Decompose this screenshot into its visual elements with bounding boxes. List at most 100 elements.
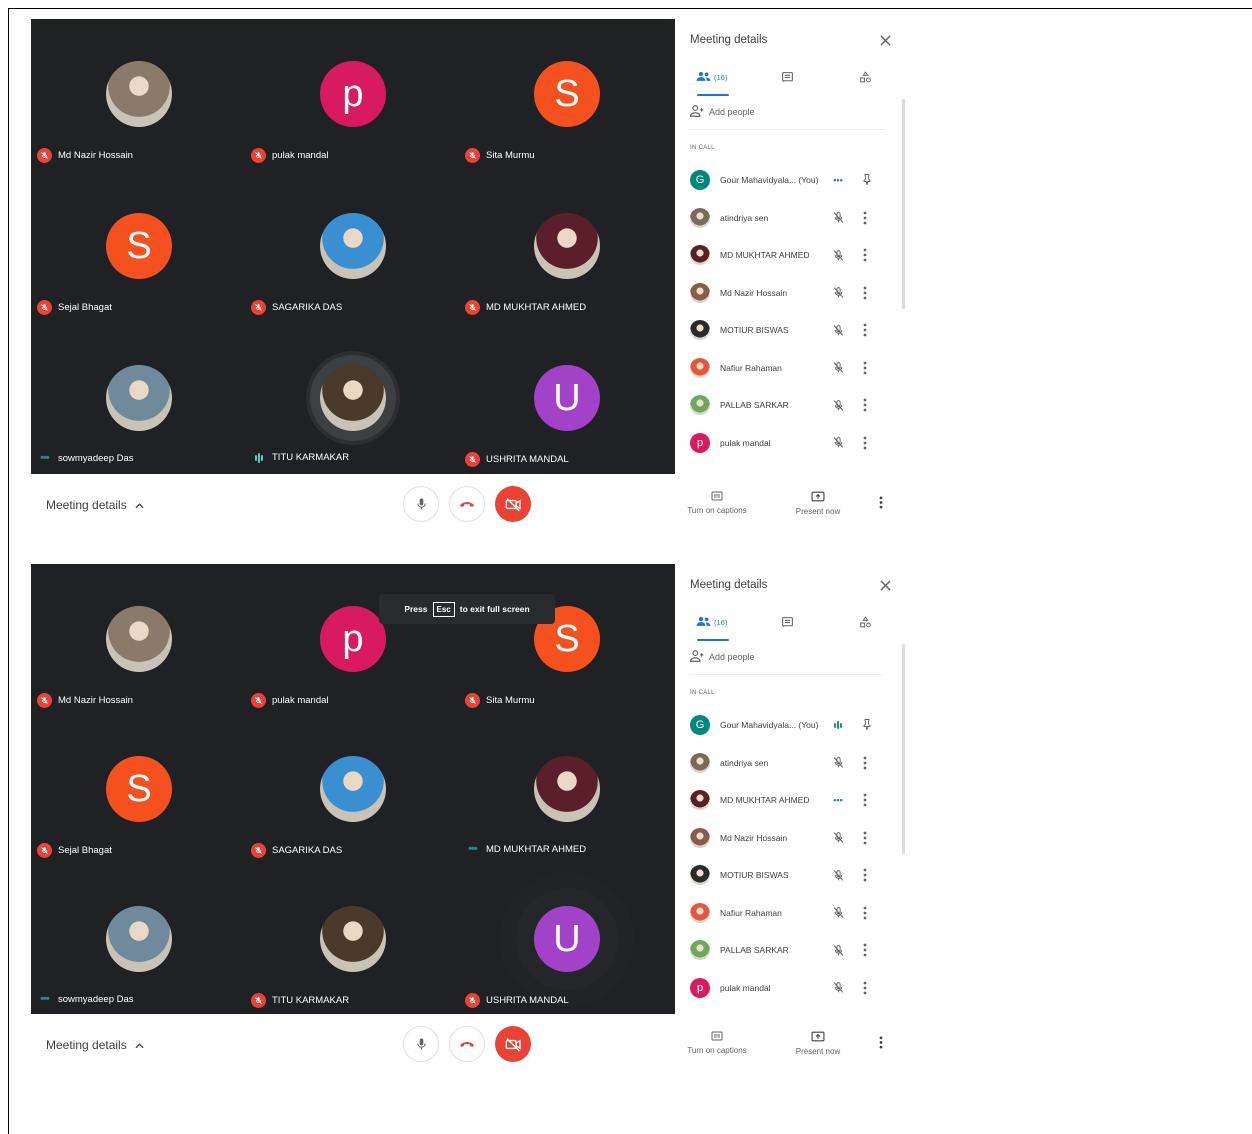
present-now-button[interactable]: Present now [778, 1031, 858, 1056]
participant-row[interactable]: atindriya sen [675, 745, 901, 783]
participant-nameplate: USHRITA MANDAL [465, 993, 569, 1008]
participant-nameplate: TITU KARMAKAR [251, 993, 349, 1008]
activities-icon[interactable] [859, 71, 872, 84]
more-options-icon[interactable] [863, 793, 867, 812]
video-tile[interactable]: U USHRITA MANDAL [459, 323, 673, 474]
video-tile[interactable]: S Sita Murmu [459, 564, 673, 715]
more-options-icon[interactable] [863, 943, 867, 962]
speaking-wave-icon [831, 718, 845, 732]
more-options-icon[interactable] [863, 436, 867, 455]
more-options-icon[interactable] [879, 1036, 883, 1054]
participant-row[interactable]: Nafiur Rahaman [675, 895, 901, 933]
more-options-icon[interactable] [863, 831, 867, 850]
chat-icon[interactable] [781, 616, 794, 629]
mic-off-icon[interactable] [831, 868, 845, 882]
participant-row[interactable]: MOTIUR BISWAS [675, 857, 901, 895]
video-tile[interactable]: Md Nazir Hossain [31, 19, 245, 170]
video-tile[interactable]: U USHRITA MANDAL [459, 864, 673, 1014]
captions-button[interactable]: Turn on captions [677, 1031, 757, 1055]
participant-row[interactable]: Md Nazir Hossain [675, 820, 901, 858]
panel-scrollbar[interactable] [902, 644, 905, 854]
mic-off-icon[interactable] [831, 398, 845, 412]
mic-off-icon[interactable] [831, 981, 845, 995]
more-options-icon[interactable] [879, 496, 883, 514]
more-options-icon[interactable] [863, 211, 867, 230]
video-tile[interactable]: S Sejal Bhagat [31, 714, 245, 865]
microphone-button[interactable] [403, 486, 439, 522]
meeting-details-button[interactable]: Meeting details [46, 1038, 144, 1052]
mic-off-icon[interactable] [831, 906, 845, 920]
video-tile[interactable]: S Sita Murmu [459, 19, 673, 170]
mic-off-icon[interactable] [831, 436, 845, 450]
participant-row[interactable]: Nafiur Rahaman [675, 350, 901, 388]
close-icon[interactable] [880, 578, 891, 596]
video-tile[interactable]: S Sejal Bhagat [31, 171, 245, 322]
participant-row[interactable]: MOTIUR BISWAS [675, 312, 901, 350]
more-options-icon[interactable] [863, 756, 867, 775]
camera-off-button[interactable] [495, 1026, 531, 1062]
mic-off-icon[interactable] [831, 756, 845, 770]
video-tile[interactable]: SAGARIKA DAS [245, 714, 459, 865]
participant-row[interactable]: PALLAB SARKAR [675, 387, 901, 425]
chat-icon[interactable] [781, 71, 794, 84]
mic-off-icon[interactable] [831, 248, 845, 262]
present-screen-icon [778, 491, 858, 504]
participant-nameplate: pulak mandal [251, 693, 329, 708]
add-people-button[interactable]: Add people [689, 650, 755, 664]
video-tile[interactable]: ••• MD MUKHTAR AHMED [459, 714, 673, 865]
more-options-icon[interactable] [863, 361, 867, 380]
mic-off-icon[interactable] [831, 286, 845, 300]
video-tile[interactable]: SAGARIKA DAS [245, 171, 459, 322]
video-tile[interactable]: ••• sowmyadeep Das [31, 864, 245, 1014]
participant-row[interactable]: G Gour Mahavidyala... (You) ••• [675, 162, 901, 200]
video-tile[interactable]: TITU KARMAKAR [245, 323, 459, 474]
participant-row[interactable]: Md Nazir Hossain [675, 275, 901, 313]
participant-row[interactable]: PALLAB SARKAR [675, 932, 901, 970]
mic-off-icon[interactable] [831, 943, 845, 957]
present-now-button[interactable]: Present now [778, 491, 858, 516]
participant-row[interactable]: G Gour Mahavidyala... (You) [675, 707, 901, 745]
mic-off-icon[interactable] [831, 211, 845, 225]
microphone-button[interactable] [403, 1026, 439, 1062]
participant-row[interactable]: atindriya sen [675, 200, 901, 238]
hang-up-button[interactable] [449, 1026, 485, 1062]
video-tile[interactable]: ••• sowmyadeep Das [31, 323, 245, 474]
close-icon[interactable] [880, 33, 891, 51]
participant-row[interactable]: MD MUKHTAR AHMED [675, 237, 901, 275]
participant-row[interactable]: p pulak mandal [675, 425, 901, 463]
captions-label: Turn on captions [687, 506, 747, 515]
tab-people[interactable]: (16) [696, 616, 727, 629]
meeting-details-button[interactable]: Meeting details [46, 498, 144, 512]
video-tile[interactable]: MD MUKHTAR AHMED [459, 171, 673, 322]
tab-people[interactable]: (16) [696, 71, 727, 84]
participant-row[interactable]: p pulak mandal [675, 970, 901, 1008]
video-tile[interactable]: p pulak mandal [245, 564, 459, 715]
activities-icon[interactable] [859, 616, 872, 629]
video-tile[interactable]: Md Nazir Hossain [31, 564, 245, 715]
hang-up-button[interactable] [449, 486, 485, 522]
more-options-icon[interactable] [863, 323, 867, 342]
mic-off-icon [251, 693, 266, 708]
mic-off-icon[interactable] [831, 831, 845, 845]
pin-icon[interactable] [861, 172, 873, 191]
more-options-icon[interactable] [863, 398, 867, 417]
panel-scrollbar[interactable] [902, 99, 905, 309]
fullscreen-exit-hint: Press Esc to exit full screen [379, 594, 555, 624]
more-options-icon[interactable] [863, 868, 867, 887]
camera-off-button[interactable] [495, 486, 531, 522]
more-options-icon[interactable] [863, 286, 867, 305]
add-people-button[interactable]: Add people [689, 105, 755, 119]
more-options-icon[interactable] [863, 906, 867, 925]
pin-icon[interactable] [861, 717, 873, 736]
more-options-icon[interactable] [863, 981, 867, 1000]
video-tile[interactable]: p pulak mandal [245, 19, 459, 170]
mic-off-icon[interactable] [831, 361, 845, 375]
captions-button[interactable]: Turn on captions [677, 491, 757, 515]
more-options-icon[interactable] [863, 248, 867, 267]
mic-off-icon[interactable] [831, 323, 845, 337]
participant-avatar: S [106, 213, 172, 279]
participant-avatar [690, 940, 710, 960]
video-tile[interactable]: TITU KARMAKAR [245, 864, 459, 1014]
participant-name: pulak mandal [272, 150, 329, 161]
participant-row[interactable]: MD MUKHTAR AHMED ••• [675, 782, 901, 820]
